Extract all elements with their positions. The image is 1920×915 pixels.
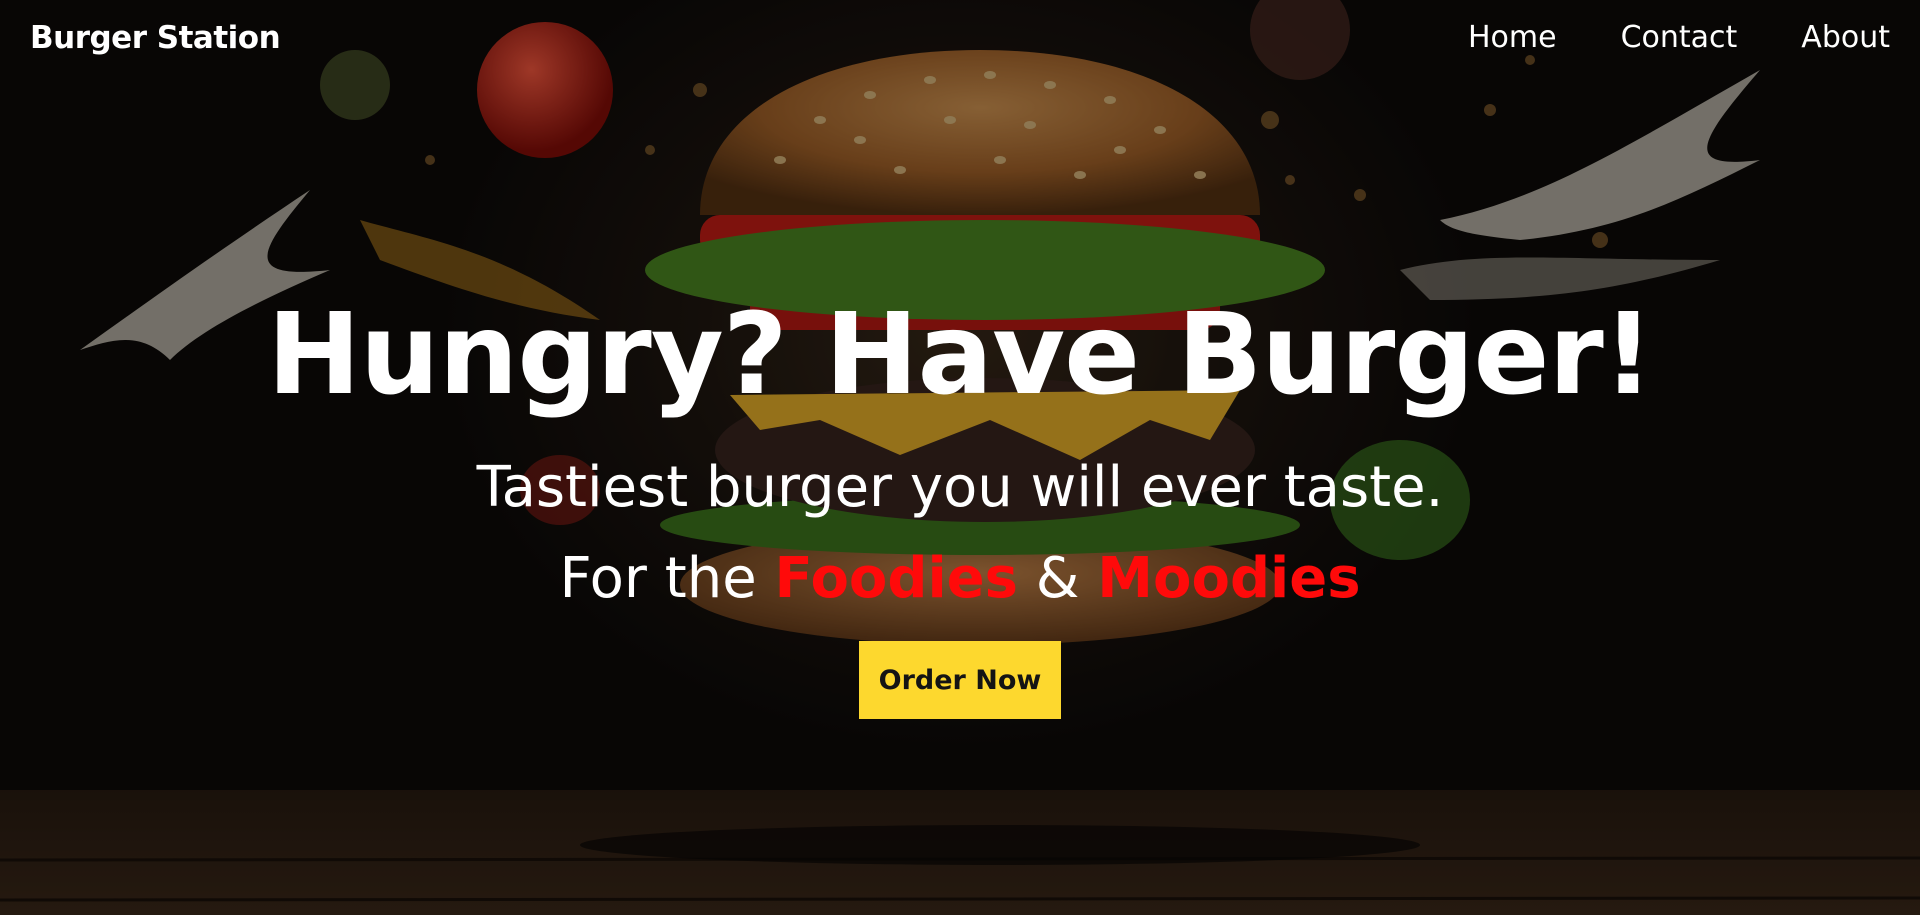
subline-prefix: For the — [559, 546, 775, 611]
brand-logo[interactable]: Burger Station — [30, 20, 281, 56]
subline-accent-foodies: Foodies — [774, 546, 1018, 611]
hero-subline: For the Foodies & Moodies — [0, 543, 1920, 615]
navbar: Burger Station Home Contact About — [0, 0, 1920, 82]
subline-accent-moodies: Moodies — [1097, 546, 1361, 611]
hero-tagline: Tastiest burger you will ever taste. — [476, 455, 1444, 520]
order-now-button[interactable]: Order Now — [859, 641, 1061, 719]
subline-middle: & — [1018, 546, 1098, 611]
hero-section: Burger Station Home Contact About Hungry… — [0, 0, 1920, 915]
nav-links: Home Contact About — [1468, 20, 1890, 55]
nav-link-home[interactable]: Home — [1468, 20, 1557, 55]
nav-link-contact[interactable]: Contact — [1621, 20, 1738, 55]
hero-headline: Hungry? Have Burger! — [267, 290, 1654, 420]
nav-link-about[interactable]: About — [1801, 20, 1890, 55]
